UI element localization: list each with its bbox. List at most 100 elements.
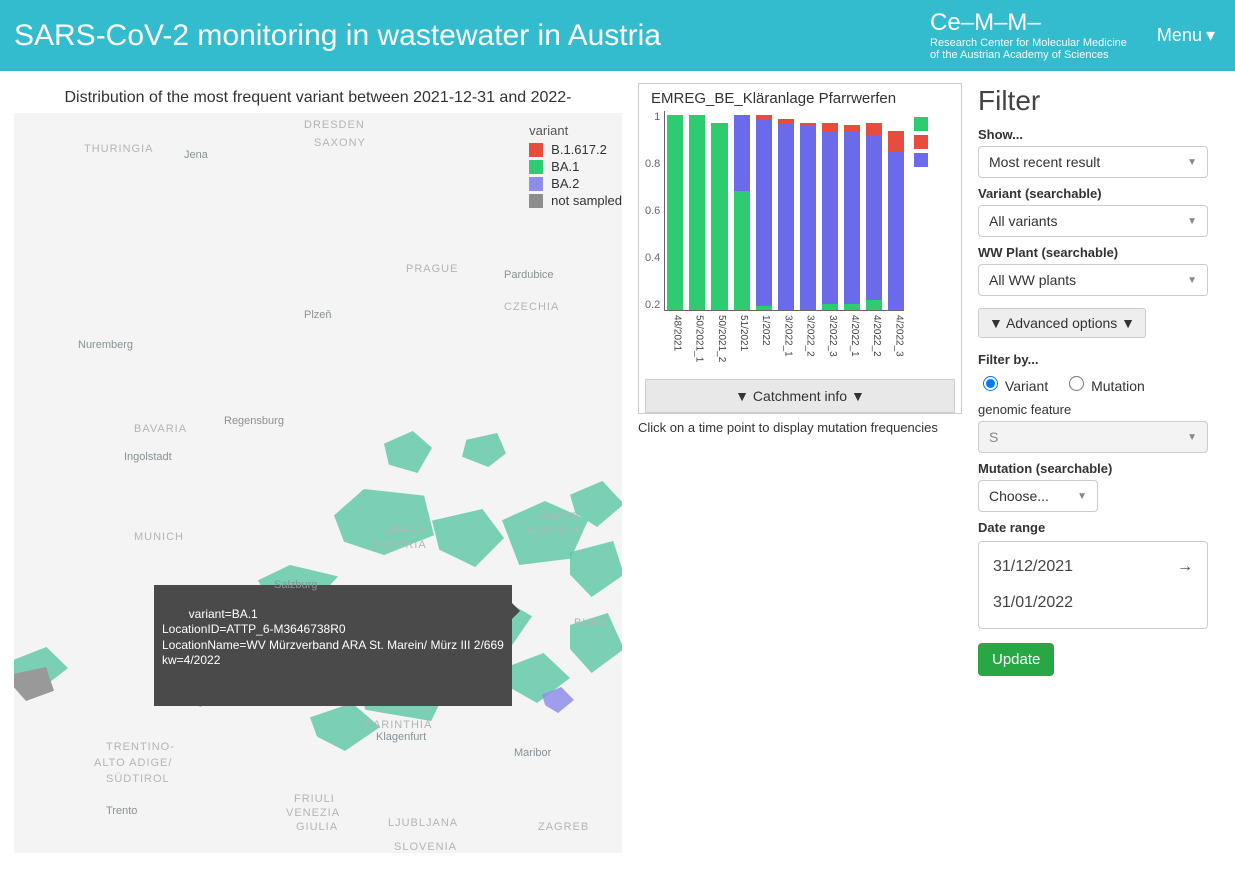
chart-bar[interactable] <box>667 111 683 310</box>
chart-instruction: Click on a time point to display mutatio… <box>638 420 962 435</box>
date-to[interactable]: 31/01/2022 <box>993 594 1073 612</box>
chart-bar[interactable] <box>822 111 838 310</box>
map-label: MUNICH <box>134 531 184 543</box>
map-canvas[interactable]: variant B.1.617.2 BA.1 BA.2 not sampled var… <box>14 113 622 853</box>
radio-mutation[interactable]: Mutation <box>1064 373 1145 394</box>
filter-heading: Filter <box>978 85 1208 117</box>
mutation-select[interactable]: Choose... ▼ <box>978 480 1098 512</box>
catchment-toggle[interactable]: ▼ Catchment info ▼ <box>645 379 955 413</box>
map-label: ALTO ADIGE/ <box>94 757 172 769</box>
map-label: TRENTINO- <box>106 741 175 753</box>
advanced-toggle[interactable]: ▼ Advanced options ▼ <box>978 308 1146 338</box>
mutation-label: Mutation (searchable) <box>978 461 1208 476</box>
legend-sw-ba1 <box>914 117 928 131</box>
chevron-down-icon: ▼ <box>1187 216 1197 227</box>
legend-sw-delta <box>914 135 928 149</box>
brand-sub1: Research Center for Molecular Medicine <box>930 37 1127 49</box>
x-tick: 4/2022_3 <box>888 315 904 369</box>
legend-swatch <box>529 160 543 174</box>
map-title: Distribution of the most frequent varian… <box>14 89 622 107</box>
map-label: GIULIA <box>296 821 338 833</box>
filter-by-label: Filter by... <box>978 352 1208 367</box>
chart-title: EMREG_BE_Kläranlage Pfarrwerfen <box>651 90 955 107</box>
x-tick: 3/2022_1 <box>777 315 793 369</box>
brand-logo: Ce–M–M– Research Center for Molecular Me… <box>930 10 1127 61</box>
x-axis: 48/202150/2021_150/2021_251/20211/20223/… <box>664 315 904 369</box>
chart-bar[interactable] <box>778 111 794 310</box>
map-legend: variant B.1.617.2 BA.1 BA.2 not sampled <box>529 123 622 210</box>
y-axis: 10.80.60.40.2 <box>645 111 664 311</box>
map-label: Trento <box>106 805 137 817</box>
x-tick: 3/2022_2 <box>799 315 815 369</box>
legend-swatch <box>529 194 543 208</box>
legend-title: variant <box>529 123 622 138</box>
top-bar: SARS-CoV-2 monitoring in wastewater in A… <box>0 0 1235 71</box>
chart-bar[interactable] <box>866 111 882 310</box>
map-label: DRESDEN <box>304 119 365 131</box>
map-label: Plzeň <box>304 309 332 321</box>
chart-legend <box>914 117 928 369</box>
map-label: SAXONY <box>314 137 366 149</box>
chart-bar[interactable] <box>800 111 816 310</box>
map-label: THURINGIA <box>84 143 154 155</box>
chevron-down-icon: ▼ <box>1187 275 1197 286</box>
genomic-label: genomic feature <box>978 402 1208 417</box>
legend-row: B.1.617.2 <box>529 142 622 157</box>
map-label: VENEZIA <box>286 807 340 819</box>
legend-label: B.1.617.2 <box>551 142 607 157</box>
chart-bar[interactable] <box>689 111 705 310</box>
filter-panel: Filter Show... Most recent result ▼ Vari… <box>978 83 1208 676</box>
brand-sub2: of the Austrian Academy of Sciences <box>930 49 1127 61</box>
x-tick: 50/2021_1 <box>688 315 704 369</box>
legend-label: not sampled <box>551 193 622 208</box>
map-label: PRAGUE <box>406 263 458 275</box>
variant-label: Variant (searchable) <box>978 186 1208 201</box>
date-from[interactable]: 31/12/2021 <box>993 558 1073 576</box>
menu-label: Menu <box>1157 25 1202 46</box>
map-label: ZAGREB <box>538 821 589 833</box>
map-label: Klagenfurt <box>376 731 426 743</box>
brand-name: Ce–M–M– <box>930 10 1127 36</box>
legend-row: BA.2 <box>529 176 622 191</box>
legend-label: BA.2 <box>551 176 579 191</box>
x-tick: 4/2022_1 <box>844 315 860 369</box>
map-label: BAVARIA <box>134 423 187 435</box>
chart-bar[interactable] <box>888 111 904 310</box>
chart-bar[interactable] <box>711 111 727 310</box>
show-label: Show... <box>978 127 1208 142</box>
arrow-right-icon: → <box>1177 558 1193 576</box>
chart-bar[interactable] <box>756 111 772 310</box>
legend-row: not sampled <box>529 193 622 208</box>
chart-bar[interactable] <box>734 111 750 310</box>
map-label: FRIULI <box>294 793 335 805</box>
map-label: Regensburg <box>224 415 284 427</box>
chart-bars[interactable] <box>664 111 904 311</box>
chevron-down-icon: ▼ <box>1077 491 1087 502</box>
menu-button[interactable]: Menu ▾ <box>1151 24 1221 47</box>
legend-row: BA.1 <box>529 159 622 174</box>
show-select[interactable]: Most recent result ▼ <box>978 146 1208 178</box>
chevron-down-icon: ▾ <box>1206 25 1215 46</box>
chart-bar[interactable] <box>844 111 860 310</box>
update-button[interactable]: Update <box>978 643 1054 676</box>
map-label: Maribor <box>514 747 551 759</box>
genomic-select: S ▼ <box>978 421 1208 453</box>
wwplant-select[interactable]: All WW plants ▼ <box>978 264 1208 296</box>
legend-swatch <box>529 143 543 157</box>
legend-label: BA.1 <box>551 159 579 174</box>
page-title: SARS-CoV-2 monitoring in wastewater in A… <box>14 19 661 53</box>
x-tick: 3/2022_3 <box>822 315 838 369</box>
variant-select[interactable]: All variants ▼ <box>978 205 1208 237</box>
map-label: Ingolstadt <box>124 451 172 463</box>
chevron-down-icon: ▼ <box>1187 432 1197 443</box>
x-tick: 51/2021 <box>733 315 749 369</box>
variant-chart[interactable]: EMREG_BE_Kläranlage Pfarrwerfen 10.80.60… <box>638 83 962 414</box>
map-label: SÜDTIROL <box>106 773 170 785</box>
legend-swatch <box>529 177 543 191</box>
radio-variant[interactable]: Variant <box>978 373 1048 394</box>
map-label: Nuremberg <box>78 339 133 351</box>
x-tick: 48/2021 <box>666 315 682 369</box>
map-label: Jena <box>184 149 208 161</box>
legend-sw-ba2 <box>914 153 928 167</box>
date-range-picker[interactable]: 31/12/2021 → 31/01/2022 <box>978 541 1208 629</box>
